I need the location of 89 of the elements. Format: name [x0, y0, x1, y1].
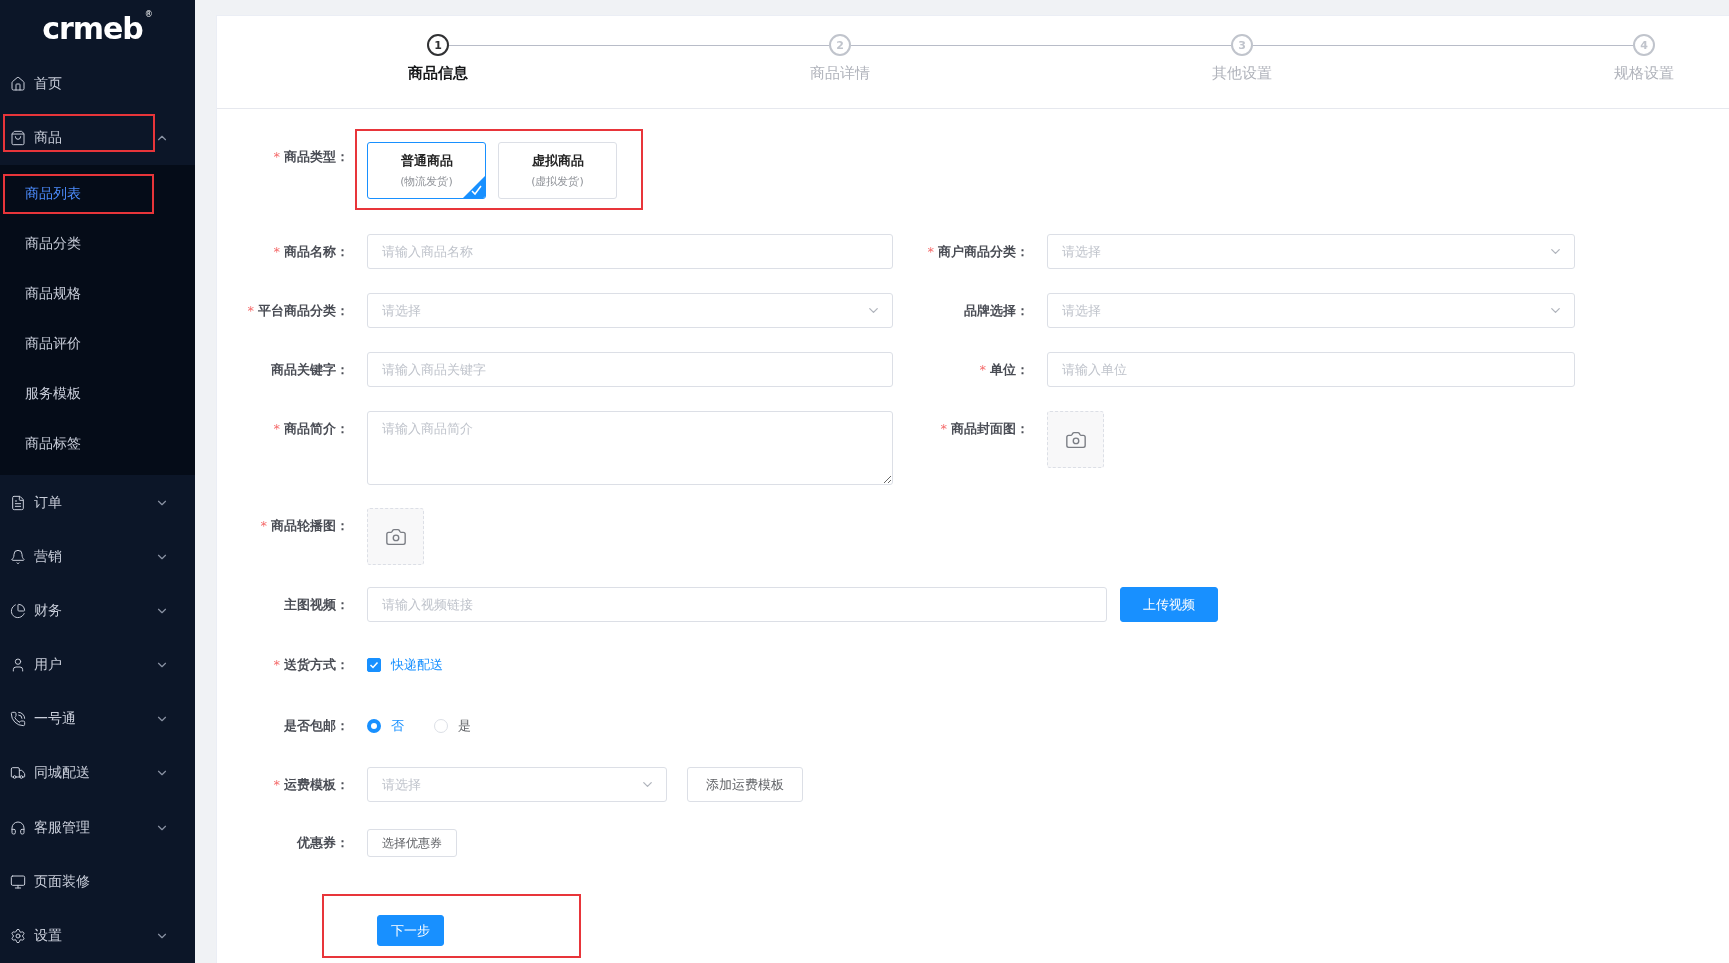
step-label: 规格设置: [1614, 64, 1674, 83]
sidebar-item[interactable]: 首页: [0, 57, 195, 112]
monitor-icon: [10, 873, 26, 890]
bell-icon: [10, 548, 26, 565]
document-icon: [10, 494, 26, 511]
radio-button[interactable]: [367, 718, 381, 733]
field-label: 单位：: [990, 361, 1029, 379]
required-mark: *: [273, 420, 280, 438]
option-subtitle: (物流发货): [400, 174, 453, 189]
add-template-button[interactable]: 添加运费模板: [687, 767, 803, 802]
text-field[interactable]: 请输入单位: [1047, 352, 1575, 387]
checkbox-label: 快递配送: [391, 655, 443, 674]
sidebar-item[interactable]: 页面装修: [0, 854, 195, 909]
truck-icon: [10, 765, 26, 782]
field-label: 运费模板：: [284, 776, 349, 794]
check-corner-icon: [463, 176, 485, 198]
required-mark: *: [940, 420, 947, 438]
option-title: 虚拟商品: [531, 152, 584, 170]
select-field[interactable]: 请选择: [367, 293, 893, 328]
step-number: 2: [829, 34, 851, 56]
required-mark: *: [273, 148, 280, 166]
image-upload[interactable]: [1047, 411, 1104, 468]
text-field[interactable]: 请输入商品名称: [367, 234, 893, 269]
headset-icon: [10, 819, 26, 836]
field-label: 品牌选择：: [964, 302, 1029, 320]
sidebar-item[interactable]: 用户: [0, 637, 195, 693]
step-label: 其他设置: [1212, 64, 1272, 83]
registered-mark: ®: [144, 10, 153, 19]
required-mark: *: [247, 302, 254, 320]
select-field[interactable]: 请选择: [1047, 293, 1575, 328]
checkmark-icon: [369, 659, 379, 670]
sidebar-item[interactable]: 同城配送: [0, 746, 195, 801]
required-mark: *: [273, 243, 280, 261]
option-subtitle: (虚拟发货): [531, 174, 584, 189]
step-number: 4: [1633, 34, 1655, 56]
field-label: 送货方式：: [284, 656, 349, 674]
step-number: 1: [427, 34, 449, 56]
settings-icon: [10, 927, 26, 944]
field-label: 商品封面图：: [951, 420, 1029, 438]
sidebar-item[interactable]: 商品: [0, 111, 195, 166]
product-type-option[interactable]: 普通商品 (物流发货): [367, 142, 486, 199]
field-label: 商品类型：: [284, 148, 349, 166]
required-mark: *: [260, 517, 267, 535]
sidebar-item[interactable]: 营销: [0, 529, 195, 584]
option-title: 普通商品: [400, 152, 453, 170]
sidebar-item[interactable]: 订单: [0, 475, 195, 530]
submenu-item[interactable]: 商品标签: [0, 419, 195, 470]
step-label: 商品详情: [810, 64, 870, 83]
pie-chart-icon: [10, 602, 26, 619]
product-type-option[interactable]: 虚拟商品 (虚拟发货): [498, 142, 617, 199]
select-field[interactable]: 请选择: [1047, 234, 1575, 269]
text-field[interactable]: 请输入视频链接: [367, 587, 1107, 622]
select-coupon-button[interactable]: 选择优惠券: [367, 829, 457, 857]
required-mark: *: [927, 243, 934, 261]
field-label: 商品简介：: [284, 420, 349, 438]
submenu-item[interactable]: 商品分类: [0, 219, 195, 270]
checkbox[interactable]: [367, 657, 381, 672]
sidebar-item[interactable]: 客服管理: [0, 800, 195, 855]
sidebar-item[interactable]: 一号通: [0, 692, 195, 747]
sidebar-item[interactable]: 设置: [0, 908, 195, 963]
field-label: 商品轮播图：: [271, 517, 349, 535]
field-label: 优惠券：: [297, 834, 349, 852]
submenu-item[interactable]: 商品列表: [0, 169, 195, 220]
select-field[interactable]: 请选择: [367, 767, 667, 802]
required-mark: *: [979, 361, 986, 379]
sidebar-item[interactable]: 财务: [0, 583, 195, 638]
submenu-item[interactable]: 商品规格: [0, 269, 195, 320]
step-number: 3: [1231, 34, 1253, 56]
field-label: 商品名称：: [284, 243, 349, 261]
text-field[interactable]: 请输入商品关键字: [367, 352, 893, 387]
field-label: 是否包邮：: [284, 717, 349, 735]
logo: crmeb: [42, 11, 143, 47]
step-label: 商品信息: [408, 64, 468, 83]
field-label: 商户商品分类：: [938, 243, 1029, 261]
required-mark: *: [273, 776, 280, 794]
radio-label: 是: [458, 716, 471, 735]
image-upload[interactable]: [367, 508, 424, 565]
bag-icon: [10, 130, 26, 147]
user-icon: [10, 657, 26, 673]
field-label: 商品关键字：: [271, 361, 349, 379]
field-label: 平台商品分类：: [258, 302, 349, 320]
submenu-item[interactable]: 服务模板: [0, 369, 195, 420]
textarea-field[interactable]: 请输入商品简介: [367, 411, 893, 485]
submenu-item[interactable]: 商品评价: [0, 319, 195, 370]
radio-label: 否: [391, 716, 404, 735]
field-label: 主图视频：: [284, 596, 349, 614]
home-icon: [10, 76, 26, 93]
required-mark: *: [273, 656, 280, 674]
phone-icon: [10, 711, 26, 728]
